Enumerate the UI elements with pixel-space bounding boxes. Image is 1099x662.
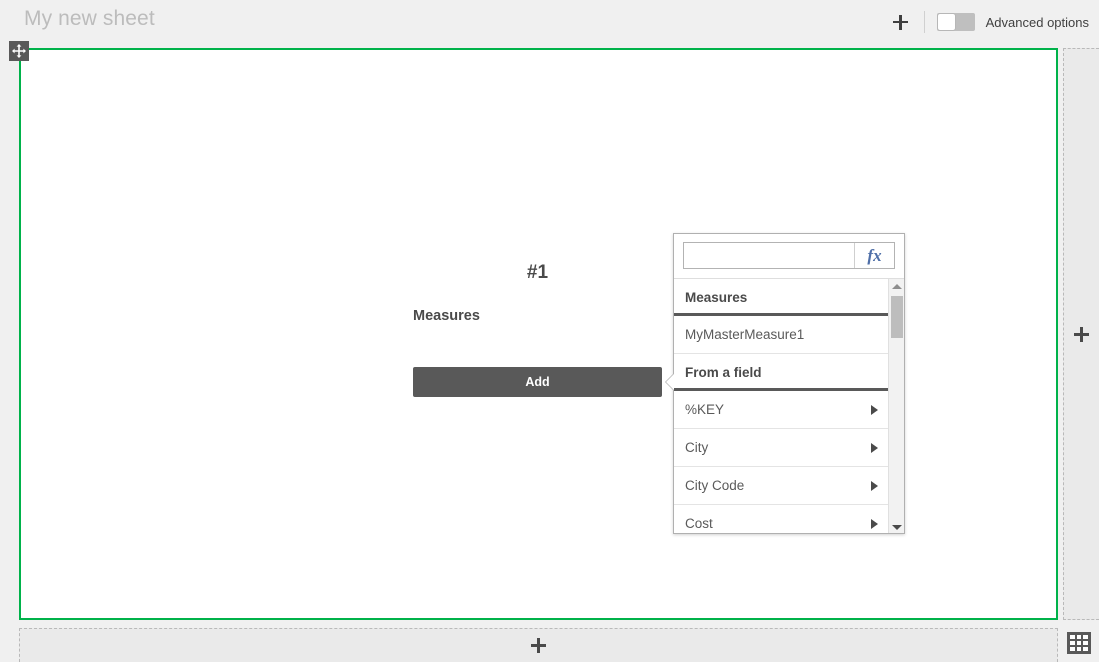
plus-icon — [1074, 326, 1089, 342]
list-item-label: City — [685, 439, 709, 455]
popover-arrow — [666, 374, 674, 390]
list-section-header-from-a-field: From a field — [674, 354, 888, 391]
plus-icon — [893, 14, 909, 30]
search-row: fx — [683, 242, 895, 269]
list-item-label: %KEY — [685, 401, 725, 417]
triangle-up-icon — [892, 283, 902, 289]
measure-picker-popover: fx Measures MyMasterMeasure1 From a fiel… — [666, 233, 905, 534]
chevron-right-icon — [871, 480, 878, 491]
toggle-knob — [937, 14, 955, 30]
add-measure-button[interactable]: Add — [413, 367, 662, 397]
move-arrows-icon — [12, 44, 26, 58]
list-item-label: Cost — [685, 515, 713, 531]
chevron-right-icon — [871, 442, 878, 453]
popover-search-area: fx — [674, 234, 904, 278]
list-item-label: City Code — [685, 477, 745, 493]
measure-search-input[interactable] — [684, 243, 854, 268]
measure-list-scrollport: Measures MyMasterMeasure1 From a field %… — [674, 279, 888, 533]
page-title: My new sheet — [24, 7, 155, 30]
top-toolbar: My new sheet Advanced options — [0, 0, 1099, 44]
qlik-sheet-editor: My new sheet Advanced options #1 Measure… — [0, 0, 1099, 662]
object-number-label: #1 — [526, 262, 549, 283]
plus-icon — [531, 638, 546, 653]
scroll-down-button[interactable] — [889, 520, 904, 533]
expression-editor-button[interactable]: fx — [854, 243, 894, 268]
list-item[interactable]: MyMasterMeasure1 — [674, 316, 888, 354]
list-item[interactable]: %KEY — [674, 391, 888, 429]
scrollbar-thumb[interactable] — [891, 296, 903, 338]
toolbar-divider — [923, 11, 925, 33]
measure-list: Measures MyMasterMeasure1 From a field %… — [674, 278, 904, 533]
list-item[interactable]: City — [674, 429, 888, 467]
add-sheet-button[interactable] — [884, 5, 918, 39]
list-item-label: MyMasterMeasure1 — [685, 326, 805, 342]
chevron-right-icon — [871, 518, 878, 529]
list-item[interactable]: City Code — [674, 467, 888, 505]
measure-list-scrollbar[interactable] — [888, 279, 904, 533]
list-item[interactable]: Cost — [674, 505, 888, 533]
toolbar-actions: Advanced options — [884, 0, 1089, 44]
move-handle[interactable] — [9, 41, 29, 61]
scroll-up-button[interactable] — [889, 279, 904, 293]
add-object-right-dropzone[interactable] — [1063, 48, 1099, 620]
advanced-options-toggle[interactable] — [936, 13, 975, 31]
advanced-options-label: Advanced options — [985, 14, 1089, 30]
triangle-down-icon — [892, 524, 902, 530]
list-section-header-measures: Measures — [674, 279, 888, 316]
chevron-right-icon — [871, 404, 878, 415]
measures-section-label: Measures — [413, 308, 480, 324]
add-object-bottom-dropzone[interactable] — [19, 628, 1058, 662]
grid-view-icon[interactable] — [1067, 632, 1091, 654]
